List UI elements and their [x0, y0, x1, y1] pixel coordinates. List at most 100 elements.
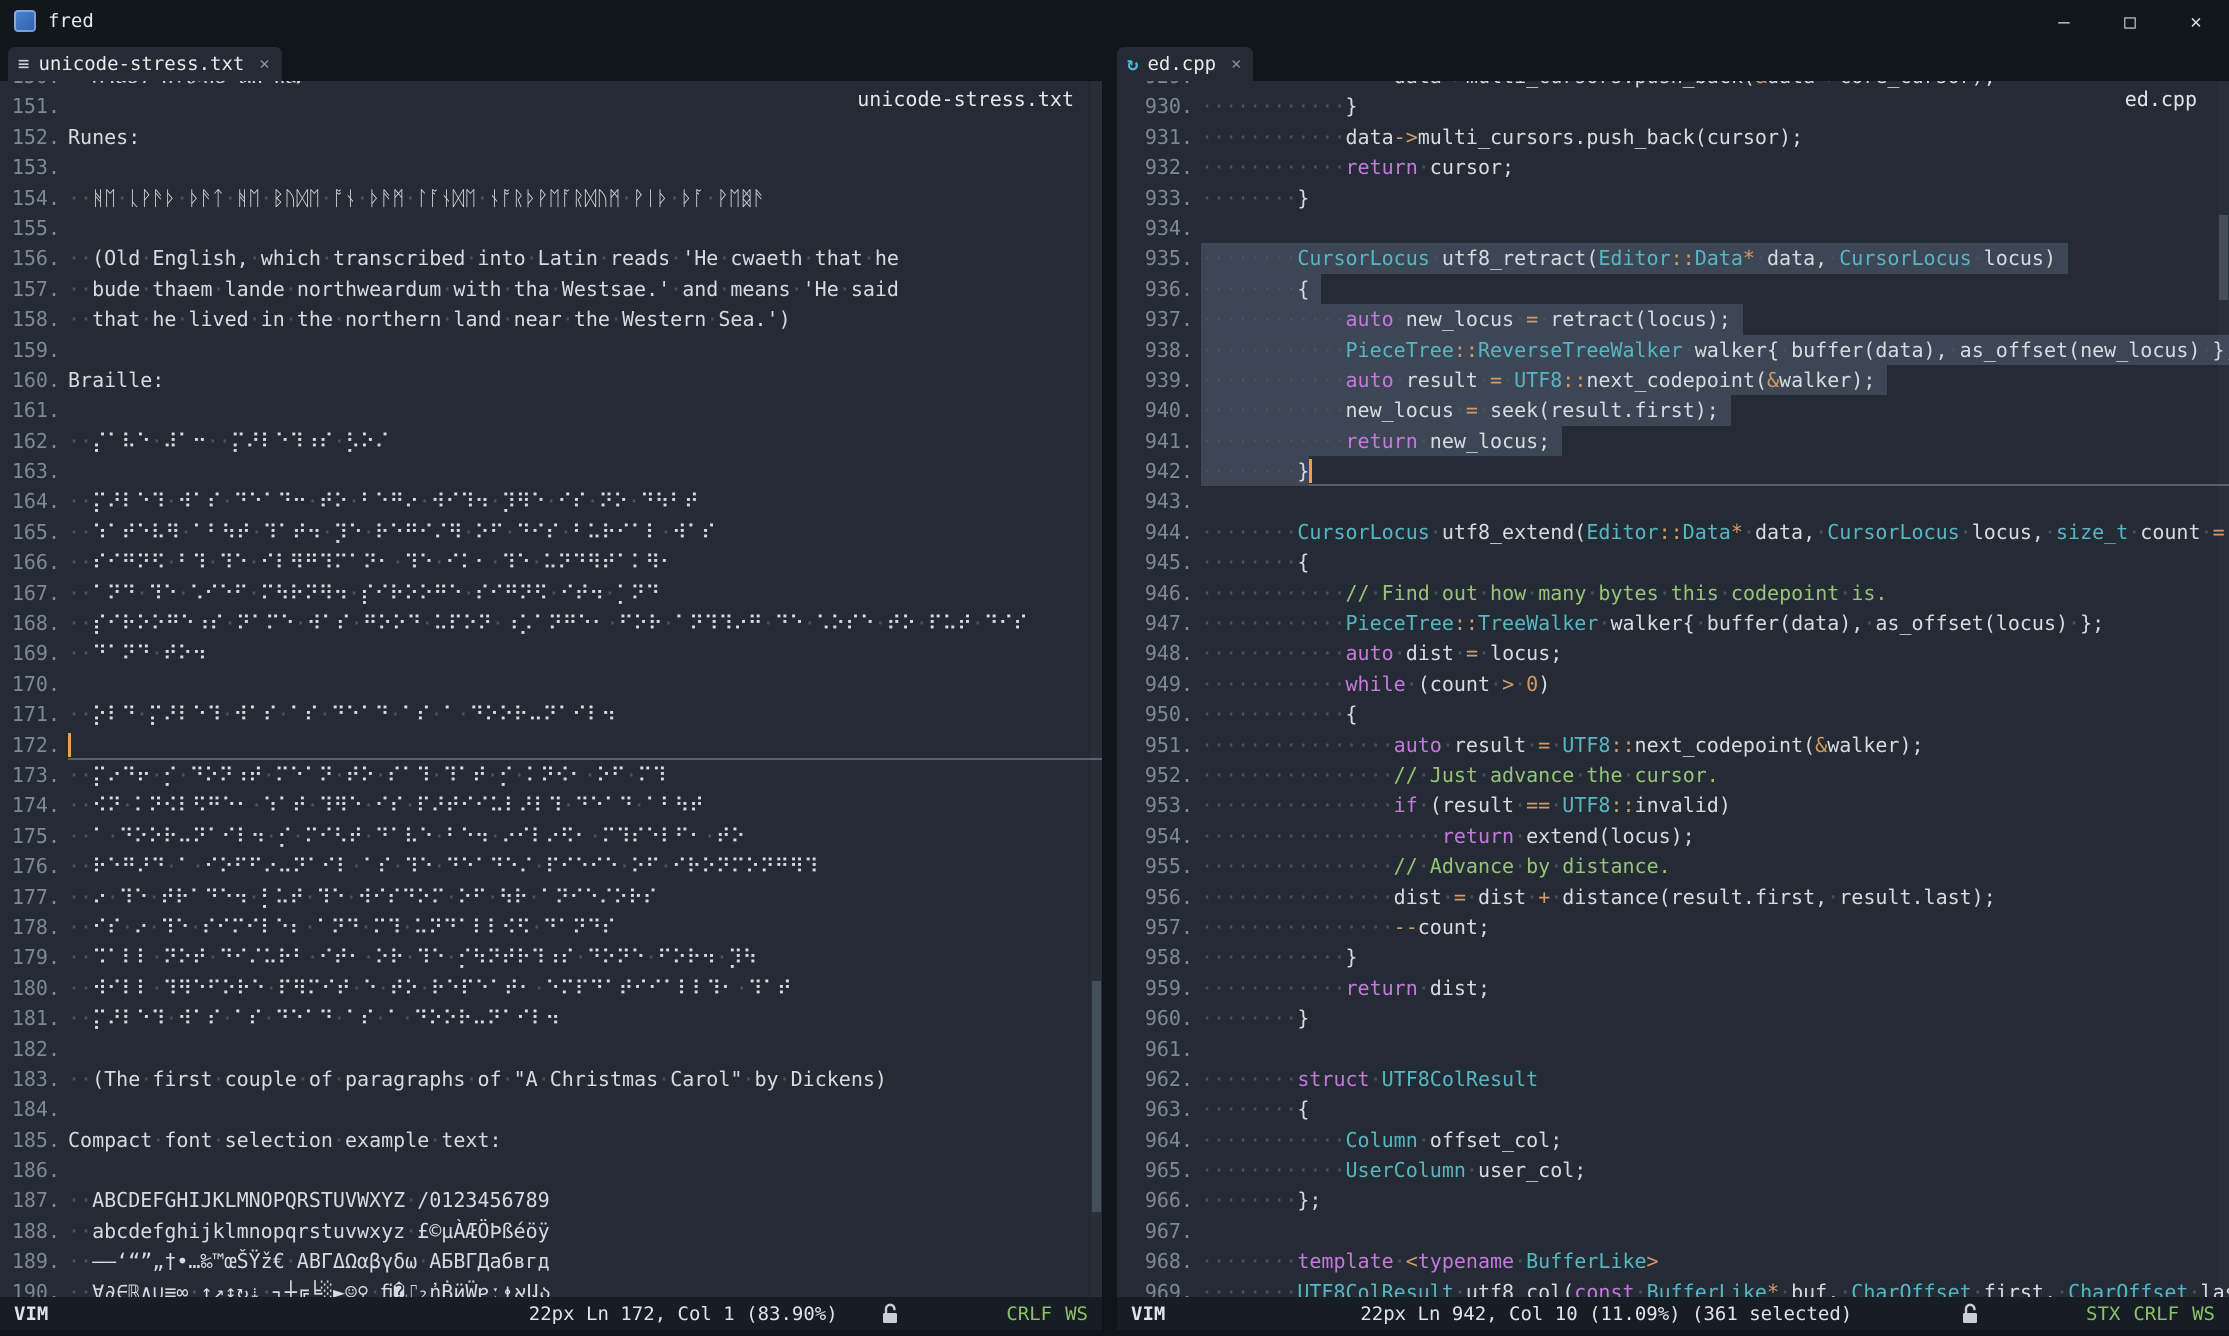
code-line[interactable]: 936.········{ — [1117, 274, 2229, 304]
title-bar: fred — □ ✕ — [0, 0, 2229, 43]
code-line[interactable]: 959.············return·dist; — [1117, 973, 2229, 1003]
code-line[interactable]: 152.Runes: — [0, 122, 1102, 152]
cpp-file-icon: ↻ — [1127, 53, 1138, 75]
code-line[interactable]: 156.··(Old·English,·which·transcribed·in… — [0, 243, 1102, 273]
code-line[interactable]: 186. — [0, 1155, 1102, 1185]
code-line[interactable]: 958.············} — [1117, 942, 2229, 972]
code-line[interactable]: 968.········template·<typename·BufferLik… — [1117, 1246, 2229, 1276]
code-line[interactable]: 934. — [1117, 213, 2229, 243]
code-line[interactable]: 180.··⠺⠊⠇⠇·⠹⠻⠑⠋⠕⠗⠑·⠏⠻⠍⠊⠞·🠍⠑·⠞⠕·⠗⠑⠏⠑⠁⠞⠂·⠑… — [0, 973, 1102, 1003]
code-line[interactable]: 946.············//·Find·out·how·many·byt… — [1117, 578, 2229, 608]
code-line[interactable]: 190.··∀∂∈ℝ∧∪≡∞·↑↗↨↻⇣·┐┼╔╘░►☺♀·ﬁ�⑀₂ἠḂӥẄɐː… — [0, 1277, 1102, 1297]
code-line[interactable]: 165.··⠱⠁⠞⠑⠧⠻·⠁⠃⠳⠞·⠹⠁⠞⠲·⡹⠑·⠗⠑⠛⠊⠌⠻·⠕⠋·⠙⠊⠎·… — [0, 517, 1102, 547]
line-number: 169. — [0, 638, 60, 668]
tab-unicode-stress-txt[interactable]: ≡ unicode-stress.txt ✕ — [8, 47, 282, 81]
code-line[interactable]: 964.············Column·offset_col; — [1117, 1125, 2229, 1155]
tab-ed-cpp[interactable]: ↻ ed.cpp ✕ — [1117, 47, 1253, 81]
code-line[interactable]: 162.··⡌⠁⠧⠑·⠼⠁⠒··⡍⠜⠇⠑⠹⠰⠎·⡣⠕⠌ — [0, 426, 1102, 456]
code-line[interactable]: 954.····················return·extend(lo… — [1117, 821, 2229, 851]
scrollbar-thumb[interactable] — [1092, 981, 1101, 1212]
code-line[interactable]: 952.················//·Just·advance·the·… — [1117, 760, 2229, 790]
code-line[interactable]: 960.········} — [1117, 1003, 2229, 1033]
code-line[interactable]: 185.Compact·font·selection·example·text: — [0, 1125, 1102, 1155]
code-line[interactable]: 168.··⡎⠊⠗⠕⠕⠛⠑⠰⠎·⠝⠁⠍⠑·⠺⠁⠎·⠛⠕⠕⠙·⠥⠏⠕⠝·⠰⡡⠁⠝⠛… — [0, 608, 1102, 638]
left-editor-pane[interactable]: unicode-stress.txt 150.··እግርህን·በፍራሽህ·ልክ·… — [0, 81, 1102, 1297]
code-line[interactable]: 183.··(The·first·couple·of·paragraphs·of… — [0, 1064, 1102, 1094]
code-line[interactable]: 967. — [1117, 1216, 2229, 1246]
code-line[interactable]: 177.··⠔·⠹⠑·⠞⠗⠁⠙⠑⠲·⡃⠥⠞·⠹⠑·⠺⠊⠎⠙⠕⠍·⠕⠋·⠳⠗·⠁⠝… — [0, 882, 1102, 912]
code-line[interactable]: 953.················if·(result·==·UTF8::… — [1117, 790, 2229, 820]
code-line[interactable]: 965.············UserColumn·user_col; — [1117, 1155, 2229, 1185]
code-line[interactable]: 158.··that·he·lived·in·the·northern·land… — [0, 304, 1102, 334]
code-line[interactable]: 945.········{ — [1117, 547, 2229, 577]
code-line[interactable]: 947.············PieceTree::TreeWalker·wa… — [1117, 608, 2229, 638]
unlocked-icon[interactable] — [879, 1302, 901, 1326]
code-line[interactable]: 948.············auto·dist·=·locus; — [1117, 638, 2229, 668]
scrollbar-track[interactable] — [2218, 81, 2229, 1297]
code-line[interactable]: 167.··⠁⠝⠙·⠹⠑·⠡⠊⠑⠋·⠍⠳⠗⠝⠻⠲·⡎⠊⠗⠕⠕⠛⠑·⠎⠊⠛⠝⠫·⠊… — [0, 578, 1102, 608]
code-line[interactable]: 184. — [0, 1094, 1102, 1124]
code-line[interactable]: 166.··⠎⠊⠛⠝⠫·⠃⠹·⠹⠑·⠊⠇⠻⠛⠹⠍⠁⠝⠂·⠹⠑·⠊⠅⠂·⠹⠑·⠥⠝… — [0, 547, 1102, 577]
code-line[interactable]: 171.··⡕⠇⠙·⡍⠜⠇⠑⠹·⠺⠁⠎·⠁⠎·⠙⠑⠁⠙·⠁⠎·⠁·⠙⠕⠕⠗⠤⠝⠁… — [0, 699, 1102, 729]
code-line[interactable]: 931.············data->multi_cursors.push… — [1117, 122, 2229, 152]
code-line[interactable]: 159. — [0, 335, 1102, 365]
code-line[interactable]: 969.········UTF8ColResult·utf8_col(const… — [1117, 1277, 2229, 1297]
code-line[interactable]: 174.··⠪⠝·⠅⠝⠪⠇⠫⠛⠑⠂·⠱⠁⠞·⠹⠻⠑·⠊⠎·⠏⠜⠞⠊⠊⠥⠇⠜⠇⠹·… — [0, 790, 1102, 820]
code-line[interactable]: 178.··⠊⠎·⠔·⠹⠑·⠎⠊⠍⠊⠇⠑⠆·⠁⠝⠙·⠍⠹·⠥⠝⠙⠁⠇⠇⠪⠫·⠙⠁… — [0, 912, 1102, 942]
code-line[interactable]: 172. — [0, 730, 1102, 760]
minimize-button[interactable]: — — [2031, 0, 2097, 43]
code-line[interactable]: 169.··⠙⠁⠝⠙·⠞⠕⠲ — [0, 638, 1102, 668]
code-line[interactable]: 161. — [0, 395, 1102, 425]
code-line[interactable]: 163. — [0, 456, 1102, 486]
code-line[interactable]: 181.··⡍⠜⠇⠑⠹·⠺⠁⠎·⠁⠎·⠙⠑⠁⠙·⠁⠎·⠁·⠙⠕⠕⠗⠤⠝⠁⠊⠇⠲ — [0, 1003, 1102, 1033]
code-line[interactable]: 942.········} — [1117, 456, 2229, 486]
code-line[interactable]: 155. — [0, 213, 1102, 243]
code-line[interactable]: 930.············} — [1117, 91, 2229, 121]
maximize-button[interactable]: □ — [2097, 0, 2163, 43]
code-line[interactable]: 956.················dist·=·dist·+·distan… — [1117, 882, 2229, 912]
code-line[interactable]: 957.················--count; — [1117, 912, 2229, 942]
code-line[interactable]: 154.··ᚻᛖ·ᚳᚹᚫᚦ·ᚦᚫᛏ·ᚻᛖ·ᛒᚢᛞᛖ·ᚩᚾ·ᚦᚫᛗ·ᛚᚪᚾᛞᛖ·ᚾ… — [0, 183, 1102, 213]
code-line[interactable]: 187.··ABCDEFGHIJKLMNOPQRSTUVWXYZ·/012345… — [0, 1185, 1102, 1215]
code-line[interactable]: 170. — [0, 669, 1102, 699]
code-line[interactable]: 188.··abcdefghijklmnopqrstuvwxyz·£©µÀÆÖÞ… — [0, 1216, 1102, 1246]
close-button[interactable]: ✕ — [2163, 0, 2229, 43]
code-line[interactable]: 182. — [0, 1034, 1102, 1064]
code-line[interactable]: 939.············auto·result·=·UTF8::next… — [1117, 365, 2229, 395]
code-line[interactable]: 955.················//·Advance·by·distan… — [1117, 851, 2229, 881]
code-line[interactable]: 950.············{ — [1117, 699, 2229, 729]
code-line[interactable]: 962.········struct·UTF8ColResult — [1117, 1064, 2229, 1094]
code-line[interactable]: 179.··⠩⠁⠇⠇·⠝⠕⠞·⠙⠊⠌⠥⠗⠃·⠊⠞⠂·⠕⠗·⠹⠑·⡊⠳⠝⠞⠗⠹⠰⠎… — [0, 942, 1102, 972]
tab-close-icon[interactable]: ✕ — [1231, 54, 1241, 74]
code-line[interactable]: 943. — [1117, 486, 2229, 516]
code-line[interactable]: 944.········CursorLocus·utf8_extend(Edit… — [1117, 517, 2229, 547]
code-line[interactable]: 966.········}; — [1117, 1185, 2229, 1215]
code-line[interactable]: 963.········{ — [1117, 1094, 2229, 1124]
code-line[interactable]: 949.············while·(count·>·0) — [1117, 669, 2229, 699]
code-line[interactable]: 938.············PieceTree::ReverseTreeWa… — [1117, 335, 2229, 365]
code-line[interactable]: 933.········} — [1117, 183, 2229, 213]
code-line[interactable]: 160.Braille: — [0, 365, 1102, 395]
code-line[interactable]: 937.············auto·new_locus·=·retract… — [1117, 304, 2229, 334]
code-line[interactable]: 940.············new_locus·=·seek(result.… — [1117, 395, 2229, 425]
code-line[interactable]: 153. — [0, 152, 1102, 182]
code-line[interactable]: 173.··⡍⠔⠙⠖·⡊·⠙⠕⠝⠰⠞·⠍⠑⠁⠝·⠞⠕·⠎⠁⠹·⠹⠁⠞·⡊·⠅⠝⠪… — [0, 760, 1102, 790]
code-line[interactable]: 164.··⡍⠜⠇⠑⠹·⠺⠁⠎·⠙⠑⠁⠙⠒·⠞⠕·⠃⠑⠛⠔·⠺⠊⠹⠲·⡹⠻⠑·⠊… — [0, 486, 1102, 516]
code-line[interactable]: 951.················auto·result·=·UTF8::… — [1117, 730, 2229, 760]
right-editor-pane[interactable]: ed.cpp 929.················data->multi_c… — [1117, 81, 2229, 1297]
line-number: 952. — [1117, 760, 1193, 790]
code-line[interactable]: 961. — [1117, 1034, 2229, 1064]
line-number: 940. — [1117, 395, 1193, 425]
code-line[interactable]: 176.··⠗⠑⠛⠜⠙·⠁·⠊⠕⠋⠋⠔⠤⠝⠁⠊⠇·⠁⠎·⠹⠑·⠙⠑⠁⠙⠑⠌·⠏⠊… — [0, 851, 1102, 881]
code-line[interactable]: 175.··⠁·⠙⠕⠕⠗⠤⠝⠁⠊⠇⠲·⡊·⠍⠊⠣⠞·⠙⠁⠧⠑·⠃⠑⠲·⠔⠊⠇⠔⠫… — [0, 821, 1102, 851]
scrollbar-track[interactable] — [1091, 81, 1102, 1297]
code-line[interactable]: 929.················data->multi_cursors.… — [1117, 81, 2229, 91]
scrollbar-thumb[interactable] — [2219, 215, 2228, 300]
code-line[interactable]: 941.············return·new_locus; — [1117, 426, 2229, 456]
code-line[interactable]: 157.··bude·thaem·lande·northweardum·with… — [0, 274, 1102, 304]
code-line[interactable]: 189.··–—‘“”„†•…‰™œŠŸž€·ΑΒΓΔΩαβγδω·АБВГДа… — [0, 1246, 1102, 1276]
unlocked-icon[interactable] — [1959, 1302, 1981, 1326]
tab-close-icon[interactable]: ✕ — [259, 54, 269, 74]
code-line[interactable]: 932.············return·cursor; — [1117, 152, 2229, 182]
code-line[interactable]: 935.········CursorLocus·utf8_retract(Edi… — [1117, 243, 2229, 273]
